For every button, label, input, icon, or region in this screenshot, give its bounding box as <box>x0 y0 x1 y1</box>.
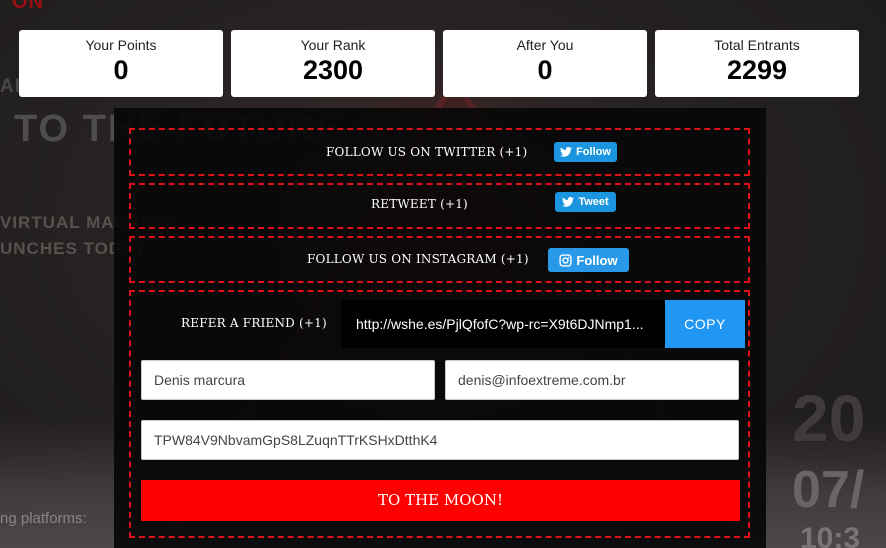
twitter-follow-button[interactable]: Follow <box>554 142 617 162</box>
instagram-follow-button[interactable]: Follow <box>548 248 629 272</box>
instagram-icon <box>559 253 573 267</box>
task-retweet: RETWEET (+1) Tweet <box>129 183 750 229</box>
task-label: FOLLOW US ON TWITTER (+1) <box>326 145 528 159</box>
submit-button[interactable]: TO THE MOON! <box>141 480 740 521</box>
referral-url-field[interactable]: http://wshe.es/PjlQfofC?wp-rc=X9t6DJNmp1… <box>341 300 665 348</box>
tweet-label: Tweet <box>578 196 609 208</box>
background-date-large: 20 <box>792 381 866 455</box>
stat-value: 2300 <box>302 55 364 85</box>
tweet-button[interactable]: Tweet <box>555 192 616 212</box>
twitter-bird-icon <box>562 197 575 207</box>
twitter-follow-label: Follow <box>576 146 611 158</box>
stat-card-points: Your Points 0 <box>19 30 223 97</box>
stat-card-rank: Your Rank 2300 <box>231 30 435 97</box>
twitter-bird-icon <box>560 147 573 157</box>
stat-value: 2299 <box>726 55 788 85</box>
task-refer-friend: REFER A FRIEND (+1) http://wshe.es/PjlQf… <box>129 290 750 538</box>
background-brand-text: ON <box>12 0 44 13</box>
stats-row: Your Points 0 Your Rank 2300 After You 0… <box>19 30 859 97</box>
name-field[interactable]: Denis marcura <box>141 360 435 400</box>
task-label: RETWEET (+1) <box>371 197 468 211</box>
task-label: FOLLOW US ON INSTAGRAM (+1) <box>307 252 529 266</box>
task-instagram-follow: FOLLOW US ON INSTAGRAM (+1) Follow <box>129 236 750 283</box>
background-platforms-text: ng platforms: <box>0 510 87 527</box>
wallet-address-field[interactable]: TPW84V9NbvamGpS8LZuqnTTrKSHxDtthK4 <box>141 420 739 460</box>
background-date-mid: 07/ <box>792 461 865 519</box>
task-twitter-follow: FOLLOW US ON TWITTER (+1) Follow <box>129 128 750 176</box>
stat-value: 0 <box>537 55 553 85</box>
task-label: REFER A FRIEND (+1) <box>181 316 327 330</box>
background-time: 10:3 <box>800 522 861 548</box>
stat-label: Your Points <box>85 37 157 53</box>
stat-card-after-you: After You 0 <box>443 30 647 97</box>
stat-label: After You <box>516 37 574 53</box>
stat-value: 0 <box>113 55 129 85</box>
background-heading-fragment: AI <box>0 76 21 97</box>
email-field[interactable]: denis@infoextreme.com.br <box>445 360 739 400</box>
stat-label: Your Rank <box>300 37 366 53</box>
contest-panel: FOLLOW US ON TWITTER (+1) Follow RETWEET… <box>114 108 766 548</box>
stat-label: Total Entrants <box>714 37 800 53</box>
instagram-follow-label: Follow <box>576 252 618 268</box>
stat-card-total-entrants: Total Entrants 2299 <box>655 30 859 97</box>
copy-button[interactable]: COPY <box>665 300 745 348</box>
